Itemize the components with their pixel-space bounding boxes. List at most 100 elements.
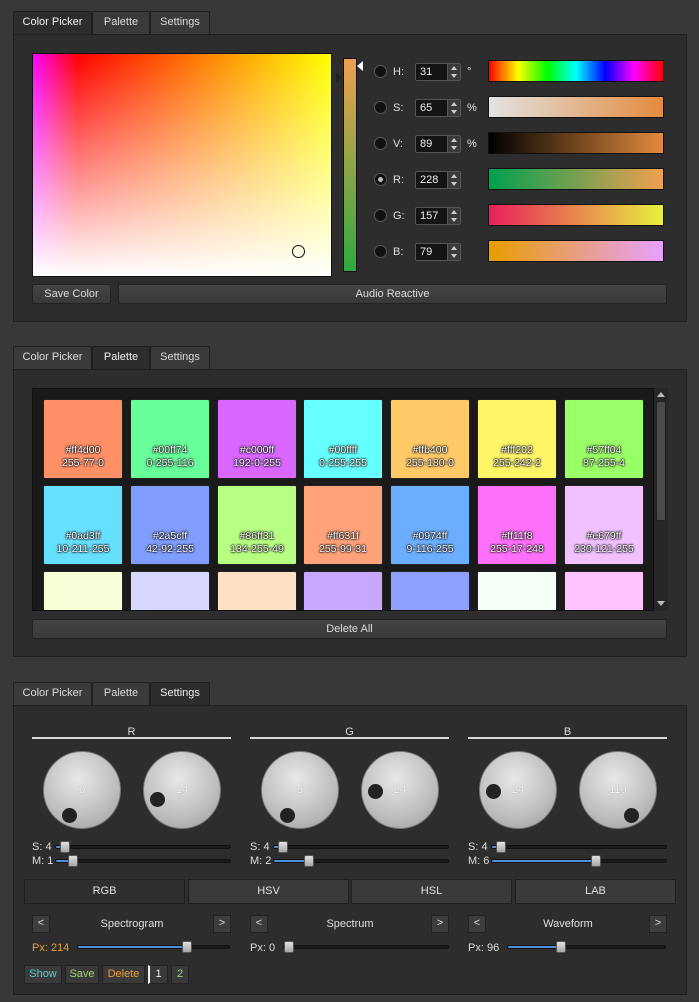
- tab-settings[interactable]: Settings: [150, 11, 210, 34]
- slider-handle[interactable]: [284, 941, 294, 953]
- mode-rgb-button[interactable]: RGB: [24, 879, 185, 904]
- tab-color-picker[interactable]: Color Picker: [13, 682, 92, 705]
- s-slider-g[interactable]: [273, 841, 449, 853]
- palette-swatch[interactable]: [564, 571, 644, 610]
- knob-r-2[interactable]: 14: [143, 751, 221, 829]
- radio-v[interactable]: [374, 137, 387, 150]
- waveform-next-button[interactable]: >: [649, 915, 667, 933]
- color-cursor[interactable]: [292, 245, 305, 258]
- tab-palette[interactable]: Palette: [92, 346, 150, 370]
- slider-handle[interactable]: [556, 941, 567, 953]
- m-slider-g[interactable]: [273, 855, 449, 867]
- spectrogram-prev-button[interactable]: <: [32, 915, 50, 933]
- page-1-button[interactable]: 1: [148, 965, 168, 984]
- palette-swatch[interactable]: #00ffff 0-255-255: [303, 399, 383, 479]
- palette-swatch[interactable]: [43, 571, 123, 610]
- palette-swatch[interactable]: [303, 571, 383, 610]
- slider-handle[interactable]: [60, 841, 71, 853]
- g-spinbox[interactable]: 157: [415, 207, 461, 225]
- mode-hsl-button[interactable]: HSL: [351, 879, 512, 904]
- spin-arrows-icon[interactable]: [447, 100, 460, 116]
- r-spinbox[interactable]: 228: [415, 171, 461, 189]
- spectrum-px-slider[interactable]: [283, 941, 449, 953]
- page-2-button[interactable]: 2: [171, 965, 189, 984]
- spectrogram-next-button[interactable]: >: [213, 915, 231, 933]
- waveform-px-slider[interactable]: [507, 941, 666, 953]
- spin-arrows-icon[interactable]: [447, 64, 460, 80]
- r-gradient-bar[interactable]: [488, 168, 664, 190]
- mode-lab-button[interactable]: LAB: [515, 879, 676, 904]
- palette-swatch[interactable]: [390, 571, 470, 610]
- palette-swatch[interactable]: #00ff74 0-255-116: [130, 399, 210, 479]
- palette-swatch[interactable]: #86ff31 134-255-49: [217, 485, 297, 565]
- knob-g-1[interactable]: 5: [261, 751, 339, 829]
- delete-button[interactable]: Delete: [102, 965, 145, 984]
- waveform-prev-button[interactable]: <: [468, 915, 486, 933]
- knob-r-1[interactable]: 0: [43, 751, 121, 829]
- s-slider-b[interactable]: [491, 841, 667, 853]
- audio-reactive-button[interactable]: Audio Reactive: [118, 284, 667, 304]
- m-slider-b[interactable]: [491, 855, 667, 867]
- palette-swatch[interactable]: #ff11f8 255-17-248: [477, 485, 557, 565]
- palette-swatch[interactable]: #fff202 255-242-2: [477, 399, 557, 479]
- h-gradient-bar[interactable]: [488, 60, 664, 82]
- slider-handle[interactable]: [278, 841, 289, 853]
- knob-b-1[interactable]: 24: [479, 751, 557, 829]
- palette-swatch[interactable]: #e679ff 230-121-255: [564, 485, 644, 565]
- delete-all-button[interactable]: Delete All: [32, 619, 667, 639]
- scroll-down-arrow[interactable]: [657, 601, 665, 606]
- b-spinbox[interactable]: 79: [415, 243, 461, 261]
- tab-settings[interactable]: Settings: [150, 346, 210, 369]
- slider-handle[interactable]: [591, 855, 602, 867]
- slider-handle[interactable]: [303, 855, 314, 867]
- spectrum-prev-button[interactable]: <: [250, 915, 268, 933]
- hue-slider[interactable]: [343, 58, 357, 272]
- radio-h[interactable]: [374, 65, 387, 78]
- radio-b[interactable]: [374, 245, 387, 258]
- v-spinbox[interactable]: 89: [415, 135, 461, 153]
- b-gradient-bar[interactable]: [488, 240, 664, 262]
- palette-swatch[interactable]: #0ad3ff 10-211-255: [43, 485, 123, 565]
- h-spinbox[interactable]: 31: [415, 63, 461, 81]
- palette-swatch[interactable]: #ffb400 255-180-0: [390, 399, 470, 479]
- palette-swatch[interactable]: #ff631f 255-99-31: [303, 485, 383, 565]
- tab-palette[interactable]: Palette: [92, 682, 150, 705]
- mode-hsv-button[interactable]: HSV: [188, 879, 349, 904]
- save-color-button[interactable]: Save Color: [32, 284, 111, 304]
- saturation-value-field[interactable]: [32, 53, 332, 277]
- radio-s[interactable]: [374, 101, 387, 114]
- s-spinbox[interactable]: 65: [415, 99, 461, 117]
- slider-handle[interactable]: [496, 841, 507, 853]
- spin-arrows-icon[interactable]: [447, 172, 460, 188]
- radio-g[interactable]: [374, 209, 387, 222]
- v-gradient-bar[interactable]: [488, 132, 664, 154]
- spin-arrows-icon[interactable]: [447, 244, 460, 260]
- spin-arrows-icon[interactable]: [447, 208, 460, 224]
- radio-r[interactable]: [374, 173, 387, 186]
- palette-swatch[interactable]: [130, 571, 210, 610]
- palette-swatch[interactable]: #0974ff 9-116-255: [390, 485, 470, 565]
- spectrum-next-button[interactable]: >: [431, 915, 449, 933]
- save-button[interactable]: Save: [65, 965, 99, 984]
- s-slider-r[interactable]: [55, 841, 231, 853]
- tab-color-picker[interactable]: Color Picker: [13, 11, 92, 35]
- knob-b-2[interactable]: 119: [579, 751, 657, 829]
- palette-swatch[interactable]: #2a5cff 42-92-255: [130, 485, 210, 565]
- tab-palette[interactable]: Palette: [92, 11, 150, 34]
- scroll-up-arrow[interactable]: [657, 392, 665, 397]
- tab-settings[interactable]: Settings: [150, 682, 210, 706]
- spectrogram-px-slider[interactable]: [77, 941, 230, 953]
- slider-handle[interactable]: [68, 855, 79, 867]
- palette-swatch[interactable]: [477, 571, 557, 610]
- scroll-thumb[interactable]: [656, 401, 666, 521]
- palette-scrollbar[interactable]: [653, 388, 668, 611]
- s-gradient-bar[interactable]: [488, 96, 664, 118]
- show-button[interactable]: Show: [24, 965, 62, 984]
- slider-handle[interactable]: [181, 941, 192, 953]
- tab-color-picker[interactable]: Color Picker: [13, 346, 92, 369]
- palette-swatch[interactable]: [217, 571, 297, 610]
- m-slider-r[interactable]: [55, 855, 231, 867]
- g-gradient-bar[interactable]: [488, 204, 664, 226]
- knob-g-2[interactable]: 24: [361, 751, 439, 829]
- palette-swatch[interactable]: #ff4d00 255-77-0: [43, 399, 123, 479]
